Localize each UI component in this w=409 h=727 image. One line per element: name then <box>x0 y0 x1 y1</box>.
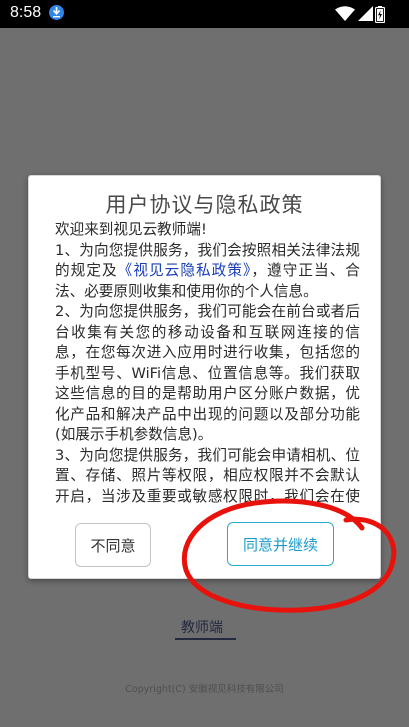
battery-icon <box>375 6 385 23</box>
agreement-scroll-area[interactable]: 欢迎来到视见云教师端! 1、为向您提供服务，我们会按照相关法律法规的规定及《视见… <box>55 220 360 508</box>
cellular-signal-icon <box>358 6 373 21</box>
disagree-button[interactable]: 不同意 <box>75 523 151 567</box>
agreement-paragraph-1: 1、为向您提供服务，我们会按照相关法律法规的规定及《视见云隐私政策》，遵守正当、… <box>55 241 360 303</box>
tab-indicator <box>175 638 236 640</box>
agree-continue-button[interactable]: 同意并继续 <box>227 522 334 566</box>
status-time: 8:58 <box>10 4 42 21</box>
dialog-title: 用户协议与隐私政策 <box>105 193 304 217</box>
copyright-text: Copyright(C) 安徽视见科技有限公司 <box>125 684 284 695</box>
privacy-policy-link[interactable]: 《视见云隐私政策》 <box>118 262 252 279</box>
agreement-paragraph-3: 3、为向您提供服务，我们可能会申请相机、位置、存储、照片等权限，相应权限并不会默… <box>55 446 360 505</box>
download-icon <box>49 5 64 20</box>
greeting-text: 欢迎来到视见云教师端! <box>55 221 207 238</box>
privacy-dialog: 用户协议与隐私政策 欢迎来到视见云教师端! 1、为向您提供服务，我们会按照相关法… <box>28 175 381 579</box>
agreement-paragraph-2: 2、为向您提供服务，我们可能会在前台或者后台收集有关您的移动设备和互联网连接的信… <box>55 303 360 443</box>
wifi-icon <box>335 6 355 21</box>
status-bar: 8:58 <box>0 0 409 28</box>
teacher-tab: 教师端 <box>181 620 223 636</box>
